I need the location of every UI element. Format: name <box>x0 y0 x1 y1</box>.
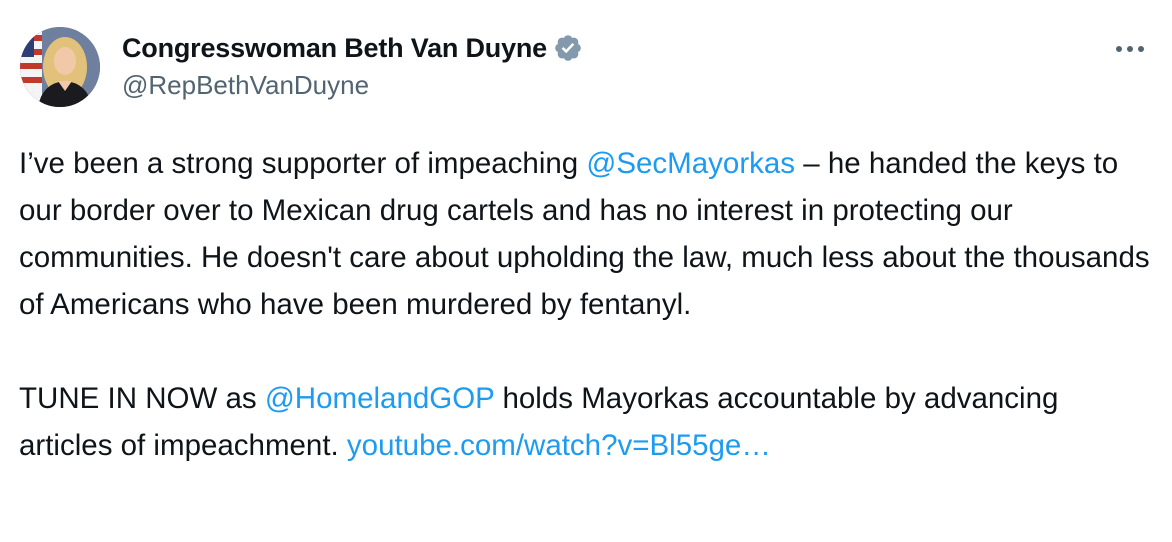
name-row: Congresswoman Beth Van Duyne <box>122 30 583 66</box>
mention-link[interactable]: @SecMayorkas <box>586 147 795 180</box>
tweet-text-segment: TUNE IN NOW as <box>19 382 265 415</box>
tweet-header: Congresswoman Beth Van Duyne @RepBethVan… <box>122 30 583 101</box>
profile-photo-icon <box>20 27 100 107</box>
tweet-paragraph-1: I’ve been a strong supporter of impeachi… <box>19 140 1159 328</box>
tweet-text: I’ve been a strong supporter of impeachi… <box>19 140 1159 469</box>
display-name[interactable]: Congresswoman Beth Van Duyne <box>122 33 547 64</box>
tweet-paragraph-2: TUNE IN NOW as @HomelandGOP holds Mayork… <box>19 375 1159 469</box>
verified-badge-icon[interactable] <box>553 33 583 63</box>
more-options-icon[interactable] <box>1110 34 1150 64</box>
avatar[interactable] <box>20 27 100 107</box>
tweet-text-segment: I’ve been a strong supporter of impeachi… <box>19 147 587 180</box>
mention-link[interactable]: @HomelandGOP <box>265 382 494 415</box>
url-link[interactable]: youtube.com/watch?v=Bl55ge… <box>347 429 771 462</box>
tweet-card: Congresswoman Beth Van Duyne @RepBethVan… <box>0 0 1172 542</box>
user-handle[interactable]: @RepBethVanDuyne <box>122 70 583 101</box>
